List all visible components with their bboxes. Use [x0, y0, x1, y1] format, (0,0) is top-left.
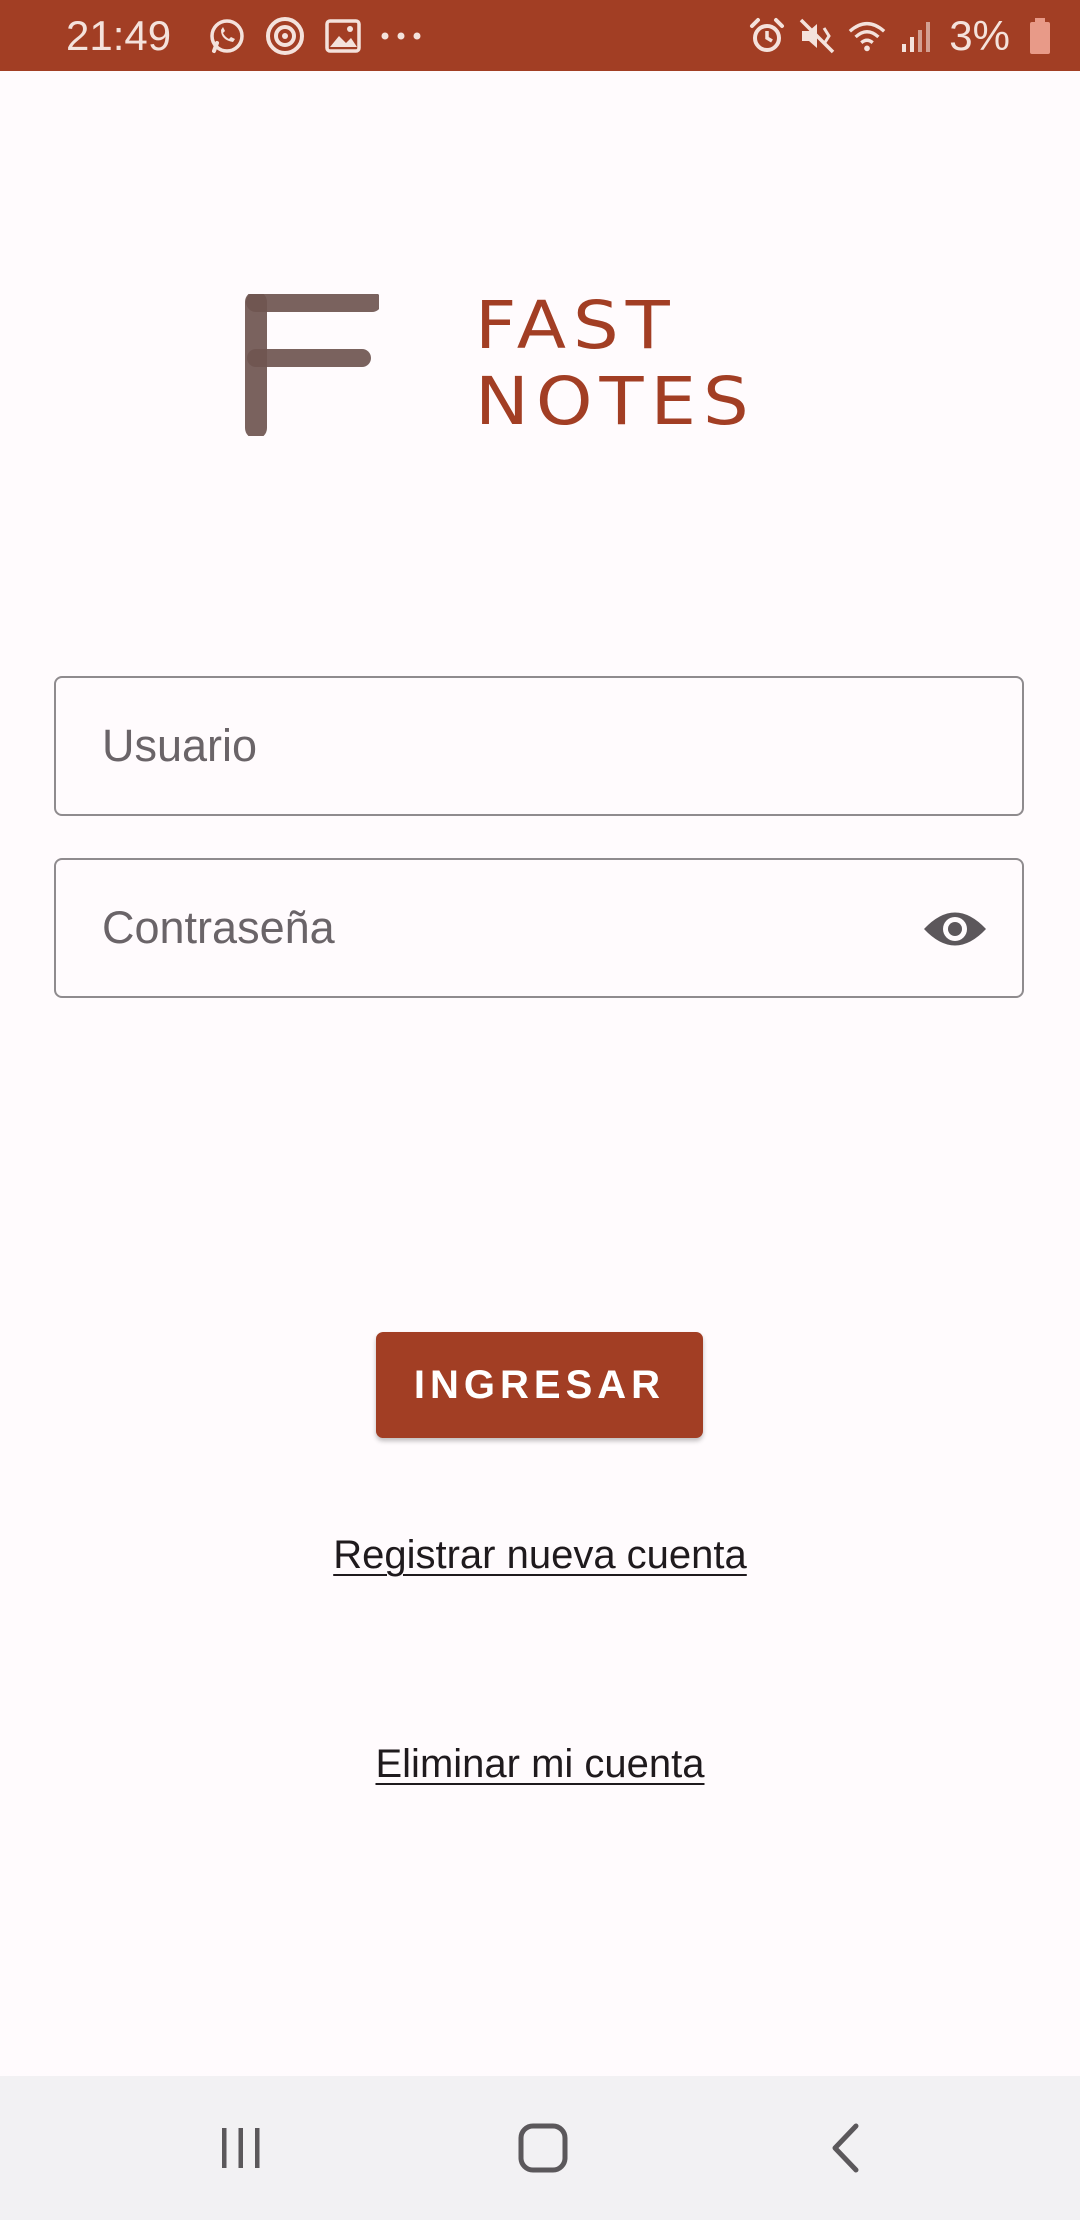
show-password-eye-icon[interactable]: [922, 896, 988, 962]
username-placeholder: Usuario: [102, 720, 258, 771]
system-nav-bar: [0, 2076, 1080, 2220]
login-button[interactable]: INGRESAR: [376, 1332, 703, 1438]
register-link-row: Registrar nueva cuenta: [0, 1533, 1080, 1578]
password-field[interactable]: Contraseña: [54, 858, 1024, 998]
delete-link-row: Eliminar mi cuenta: [0, 1742, 1080, 1787]
home-icon[interactable]: [507, 2112, 579, 2184]
status-time: 21:49: [66, 11, 172, 59]
status-bar: 21:49 3%: [0, 0, 1080, 71]
logo-letter-f: [245, 294, 379, 436]
alarm-icon: [747, 16, 787, 56]
circle-target-icon: [263, 14, 307, 58]
more-dots-icon: [379, 14, 423, 58]
app-logo: FAST NOTES: [238, 290, 848, 450]
logo-line-2: NOTES: [475, 362, 756, 440]
password-placeholder: Contraseña: [102, 902, 335, 953]
whatsapp-icon: [205, 14, 249, 58]
wifi-icon: [847, 16, 887, 56]
back-icon[interactable]: [810, 2112, 882, 2184]
delete-account-link[interactable]: Eliminar mi cuenta: [375, 1742, 704, 1786]
register-account-link[interactable]: Registrar nueva cuenta: [333, 1533, 747, 1577]
status-right-icons: 3%: [737, 0, 1060, 71]
recents-icon[interactable]: [205, 2112, 277, 2184]
username-field[interactable]: Usuario: [54, 676, 1024, 816]
logo-line-1: FAST: [475, 286, 677, 364]
battery-percent: 3%: [949, 11, 1010, 59]
image-icon: [321, 14, 365, 58]
vibrate-mute-icon: [797, 16, 837, 56]
status-left-icons: [191, 14, 423, 58]
battery-icon: [1020, 16, 1060, 56]
signal-icon: [897, 16, 937, 56]
logo-wordmark: FAST NOTES: [475, 290, 756, 442]
